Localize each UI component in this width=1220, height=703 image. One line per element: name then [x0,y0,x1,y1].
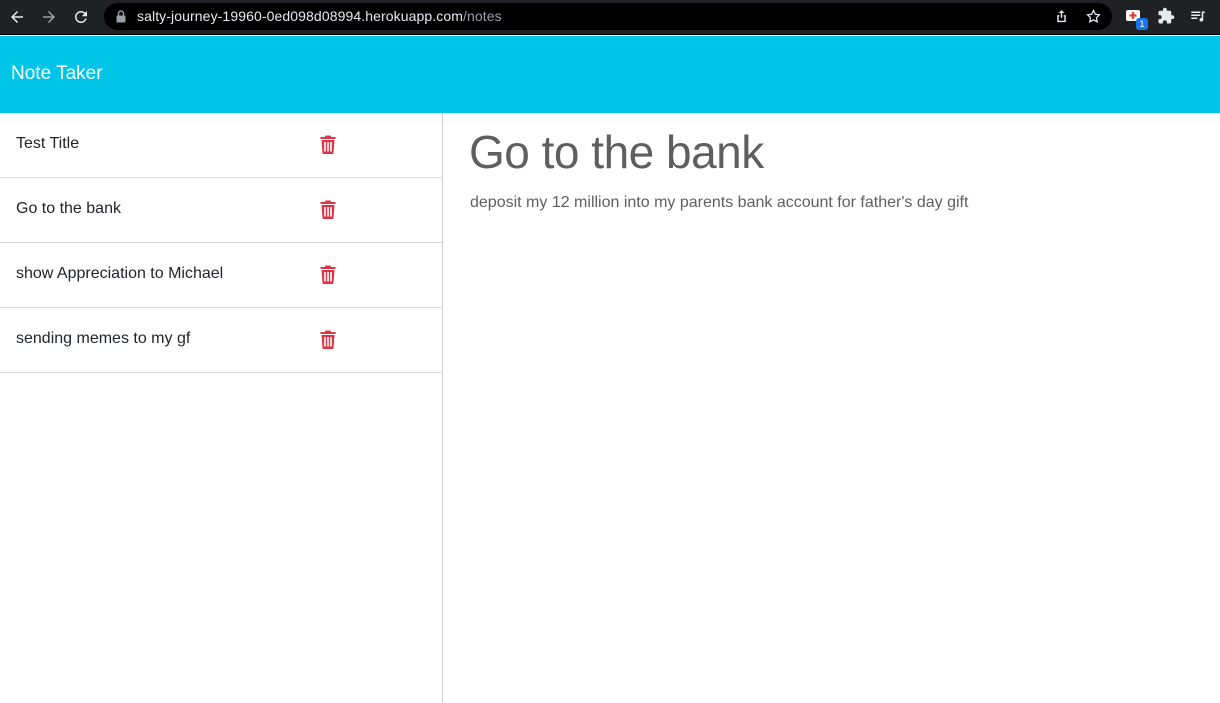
note-title: Test Title [16,135,80,152]
extension-badge: 1 [1136,18,1148,30]
url-path: /notes [463,8,502,24]
note-title: sending memes to my gf [16,330,191,347]
url-text[interactable]: salty-journey-19960-0ed098d08994.herokua… [137,8,502,24]
brand-title[interactable]: Note Taker [11,63,103,85]
list-item[interactable]: Go to the bank [0,178,442,243]
reading-list-icon[interactable] [1189,7,1207,25]
star-icon[interactable] [1085,8,1102,25]
url-host: salty-journey-19960-0ed098d08994.herokua… [137,8,464,24]
share-icon[interactable] [1053,8,1070,25]
trash-icon[interactable] [320,265,336,284]
trash-icon[interactable] [320,200,336,219]
note-title: Go to the bank [16,200,121,217]
address-bar[interactable]: salty-journey-19960-0ed098d08994.herokua… [104,3,1112,30]
note-title-input[interactable]: Go to the bank [469,125,764,179]
list-item[interactable]: sending memes to my gf [0,308,442,373]
note-textarea[interactable]: deposit my 12 million into my parents ba… [470,194,968,212]
note-title: show Appreciation to Michael [16,265,224,282]
browser-toolbar: salty-journey-19960-0ed098d08994.herokua… [0,0,1220,35]
trash-icon[interactable] [320,135,336,154]
trash-icon[interactable] [320,330,336,349]
back-arrow-icon[interactable] [6,6,28,28]
note-editor: Go to the bank deposit my 12 million int… [443,113,1220,703]
lock-icon[interactable] [116,10,126,23]
list-item[interactable]: show Appreciation to Michael [0,243,442,308]
puzzle-icon[interactable] [1157,7,1175,25]
forward-arrow-icon[interactable] [38,6,60,28]
note-list: Test Title Go to the bank show Appreciat… [0,113,443,703]
list-item[interactable]: Test Title [0,113,442,178]
app-navbar: Note Taker [0,36,1220,113]
reload-icon[interactable] [70,6,92,28]
